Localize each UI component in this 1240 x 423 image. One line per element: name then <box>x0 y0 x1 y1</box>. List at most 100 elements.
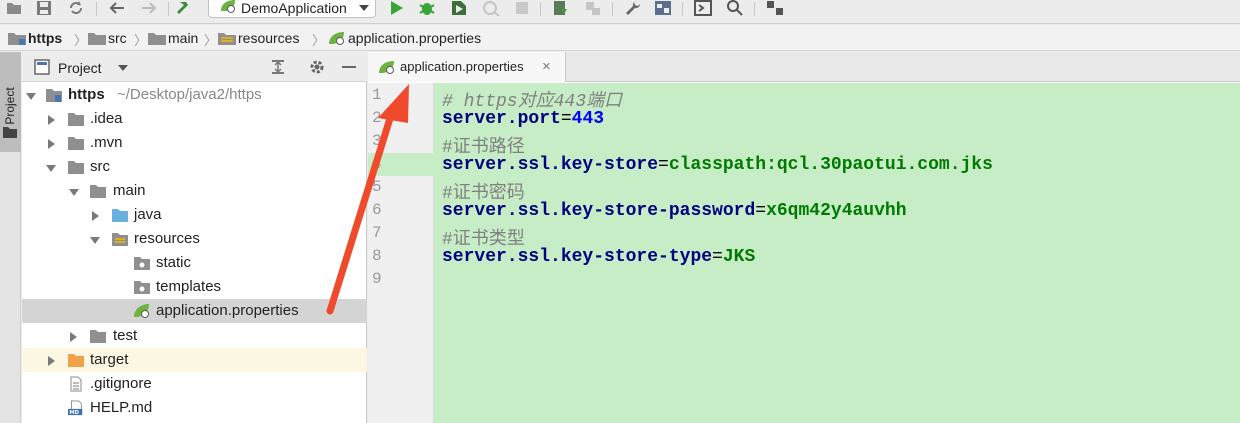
debug-bug-icon[interactable] <box>418 0 436 16</box>
folder-icon <box>3 127 17 138</box>
tree-label: target <box>90 351 129 368</box>
tree-row-application-properties[interactable]: application.properties <box>22 299 367 323</box>
tree-label: https <box>68 86 105 103</box>
project-panel: Project https ~/Desktop/java2/https .ide… <box>22 52 367 423</box>
profiler-icon[interactable] <box>482 0 500 16</box>
expand-arrow-icon[interactable] <box>92 211 99 221</box>
vcs-icon[interactable] <box>766 0 784 16</box>
search-icon[interactable] <box>726 0 744 16</box>
breadcrumb-item-resources[interactable]: resources <box>218 30 299 46</box>
spring-properties-icon <box>329 32 344 45</box>
expand-arrow-icon[interactable] <box>48 115 55 125</box>
code-line-8[interactable]: server.ssl.key-store-type=JKS <box>442 247 755 267</box>
breadcrumb-item-application-properties[interactable]: application.properties <box>328 30 481 46</box>
tree-label: templates <box>156 278 222 295</box>
tree-label: resources <box>134 230 200 247</box>
code-editor[interactable]: # https对应443端口 server.port=443 #证书路径 ser… <box>434 83 1240 423</box>
chevron-down-icon[interactable] <box>118 65 128 71</box>
toolbar-separator <box>96 2 97 16</box>
breadcrumb-item-https[interactable]: https <box>8 30 62 46</box>
run-icon[interactable] <box>388 0 404 16</box>
line-number: 3 <box>372 132 382 150</box>
project-panel-title[interactable]: Project <box>58 60 102 76</box>
tree-row-idea[interactable]: .idea <box>22 107 367 131</box>
tree-row-resources[interactable]: resources <box>22 227 367 251</box>
project-structure-icon[interactable] <box>654 0 672 16</box>
expand-arrow-icon[interactable] <box>69 189 79 196</box>
breadcrumb-item-main[interactable]: main <box>148 30 198 46</box>
editor-pane: application.properties × 1 2 3 4 5 6 7 8… <box>368 52 1240 423</box>
collapse-all-icon[interactable] <box>270 59 286 75</box>
property-key: server.port <box>442 109 561 129</box>
breadcrumb-label: main <box>168 30 199 46</box>
expand-arrow-icon[interactable] <box>26 93 36 100</box>
save-icon[interactable] <box>36 0 52 16</box>
line-number: 9 <box>372 270 382 288</box>
editor-tab-bar: application.properties × <box>368 52 1240 82</box>
project-view-icon <box>34 59 50 75</box>
folder-icon <box>68 161 84 174</box>
line-number-gutter: 1 2 3 4 5 6 7 8 9 <box>368 83 434 423</box>
expand-arrow-icon[interactable] <box>90 237 100 244</box>
tab-label: application.properties <box>400 59 524 74</box>
toolbar-separator <box>168 2 169 16</box>
property-key: server.ssl.key-store-type <box>442 247 713 267</box>
back-arrow-icon[interactable] <box>108 0 126 16</box>
module-folder-icon <box>8 33 26 45</box>
toolbar-separator <box>540 2 541 16</box>
tree-row-target[interactable]: target <box>22 348 367 372</box>
folder-icon <box>68 137 84 150</box>
expand-arrow-icon[interactable] <box>46 165 56 172</box>
code-line-6[interactable]: server.ssl.key-store-password=x6qm42y4au… <box>442 201 907 221</box>
tree-row-main[interactable]: main <box>22 179 367 203</box>
web-folder-icon <box>134 281 150 294</box>
text-file-icon <box>70 376 82 392</box>
settings-wrench-icon[interactable] <box>624 0 642 16</box>
line-number: 7 <box>372 224 382 242</box>
open-folder-icon[interactable] <box>6 0 22 16</box>
excluded-folder-icon <box>68 354 84 367</box>
folder-icon <box>88 33 106 45</box>
main-toolbar: DemoApplication <box>0 0 1240 24</box>
expand-arrow-icon[interactable] <box>70 332 77 342</box>
breadcrumb-item-src[interactable]: src <box>88 30 127 46</box>
terminal-icon[interactable] <box>694 0 712 16</box>
minimize-icon[interactable] <box>342 66 356 69</box>
folder-icon <box>68 113 84 126</box>
editor-tab-application-properties[interactable]: application.properties × <box>368 52 566 82</box>
run-configuration-select[interactable]: DemoApplication <box>208 0 376 18</box>
forward-arrow-icon[interactable] <box>140 0 158 16</box>
navigation-breadcrumb: https 〉 src 〉 main 〉 resources 〉 applica… <box>0 25 1240 51</box>
sync-icon[interactable] <box>68 0 84 16</box>
code-line-2[interactable]: server.port=443 <box>442 109 604 129</box>
gear-icon[interactable] <box>309 59 325 75</box>
tree-row-static[interactable]: static <box>22 251 367 275</box>
tree-row-java[interactable]: java <box>22 203 367 227</box>
build-hammer-icon[interactable] <box>176 0 196 16</box>
update-app-icon[interactable] <box>552 0 570 16</box>
tree-label: .gitignore <box>90 375 152 392</box>
equals-sign: = <box>712 247 723 267</box>
tree-row-templates[interactable]: templates <box>22 275 367 299</box>
tree-label: application.properties <box>156 302 299 319</box>
tree-label: src <box>90 158 110 175</box>
close-icon[interactable]: × <box>542 58 551 75</box>
project-tool-window-tab[interactable]: 1: Project <box>0 52 21 152</box>
expand-arrow-icon[interactable] <box>48 139 55 149</box>
tree-row-mvn[interactable]: .mvn <box>22 131 367 155</box>
tree-label: HELP.md <box>90 399 153 416</box>
tree-row-help-md[interactable]: MD HELP.md <box>22 396 367 420</box>
expand-arrow-icon[interactable] <box>48 356 55 366</box>
tree-row-https[interactable]: https ~/Desktop/java2/https <box>22 83 367 107</box>
tree-row-test[interactable]: test <box>22 324 367 348</box>
tree-row-src[interactable]: src <box>22 155 367 179</box>
property-value: 443 <box>571 109 605 129</box>
tree-label: .mvn <box>90 134 123 151</box>
coverage-icon[interactable] <box>450 0 468 16</box>
stop-icon[interactable] <box>514 0 530 16</box>
code-line-4[interactable]: server.ssl.key-store=classpath:qcl.30pao… <box>442 155 993 175</box>
tree-label: java <box>134 206 162 223</box>
tree-row-gitignore[interactable]: .gitignore <box>22 372 367 396</box>
deploy-icon[interactable] <box>584 0 602 16</box>
line-number: 4 <box>372 155 382 173</box>
